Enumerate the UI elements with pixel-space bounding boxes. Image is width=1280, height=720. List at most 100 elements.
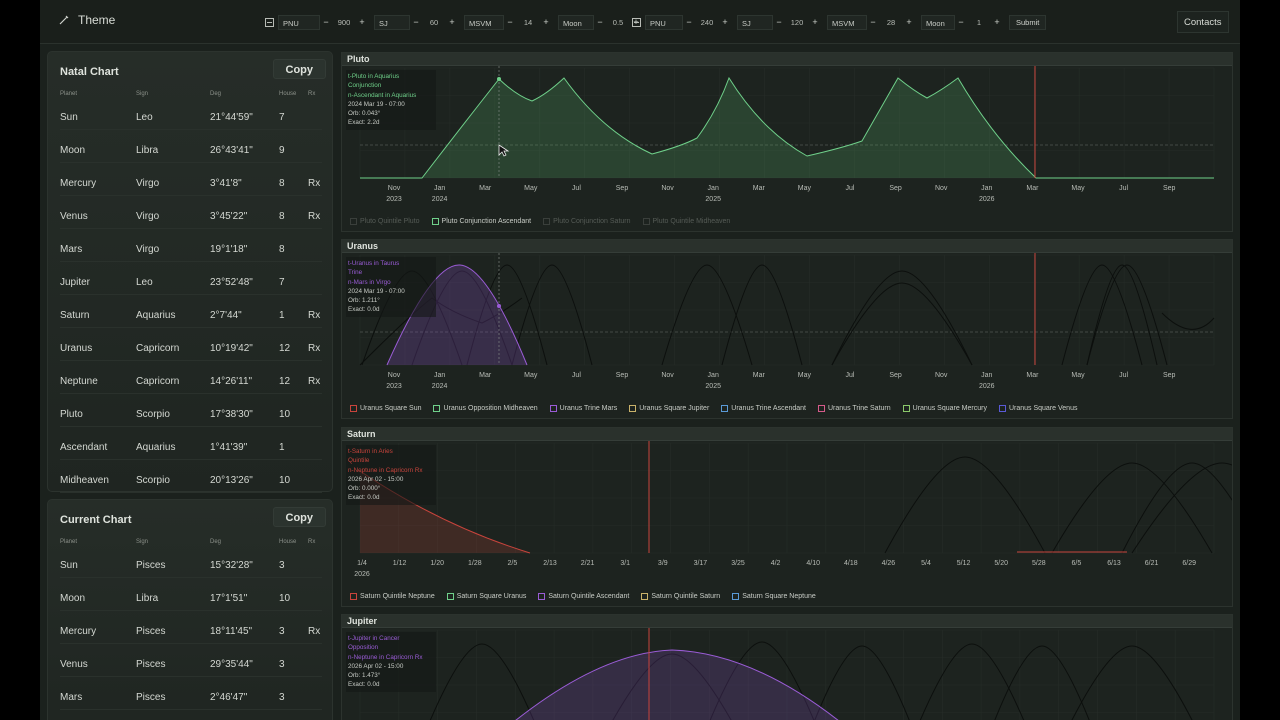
select-moon-left[interactable]: Moon <box>558 14 594 30</box>
legend-item[interactable]: Uranus Trine Ascendant <box>721 405 806 412</box>
cell-planet: Midheaven <box>60 475 109 486</box>
saturn-chart-plot[interactable]: 1/4 1/12 1/20 1/28 2/5 2/13 2/21 3/1 3/9 3/17 3/25… <box>342 441 1232 593</box>
pluto-tooltip: t-Pluto in Aquarius Conjunction n-Ascend… <box>346 70 436 130</box>
select-moon-right[interactable]: Moon <box>921 14 955 30</box>
cell-planet: Mars <box>60 244 83 255</box>
select-sj-left[interactable]: SJ <box>374 14 410 30</box>
cell-sign: Pisces <box>136 659 166 670</box>
value-field[interactable]: 900 <box>332 18 356 27</box>
axis-tick-label: 1/4 <box>357 560 367 567</box>
axis-tick-label: Sep <box>616 185 629 192</box>
legend-item[interactable]: Pluto Conjunction Ascendant <box>431 218 531 225</box>
cell-degree: 19°1'18" <box>210 244 248 255</box>
legend-item[interactable]: Saturn Quintile Saturn <box>641 593 720 600</box>
cell-sign: Capricorn <box>136 343 180 354</box>
saturn-aspect-curve <box>1051 462 1213 554</box>
cell-sign: Pisces <box>136 560 166 571</box>
submit-button[interactable]: Submit <box>1009 14 1047 30</box>
collapse-icon[interactable] <box>265 17 274 27</box>
minus-button[interactable]: − <box>410 17 422 27</box>
plus-button[interactable]: + <box>540 17 552 27</box>
minus-button[interactable]: − <box>504 17 516 27</box>
legend-item[interactable]: Pluto Quintile Pluto <box>350 218 420 225</box>
legend-item[interactable]: Uranus Square Venus <box>998 405 1078 412</box>
axis-tick-label: Jan <box>708 185 719 192</box>
cell-degree: 21°44'59" <box>210 112 253 123</box>
minus-button[interactable]: − <box>867 17 879 27</box>
axis-tick-label: 4/26 <box>882 560 896 567</box>
axis-tick-label: Nov <box>388 185 401 192</box>
table-row: Uranus Capricorn 10°19'42" 12 Rx <box>60 328 322 361</box>
value-field[interactable]: 60 <box>422 18 446 27</box>
legend-swatch <box>549 405 557 412</box>
legend-item[interactable]: Pluto Conjunction Saturn <box>543 218 631 225</box>
uranus-chart-plot[interactable]: Nov Jan Mar May Jul Sep Nov Jan Mar May Jul Sep Nov J… <box>342 253 1232 405</box>
collapse-icon[interactable] <box>632 17 641 27</box>
axis-tick-label: 6/29 <box>1182 560 1196 567</box>
value-field[interactable]: 0.5 <box>606 18 630 27</box>
legend-item[interactable]: Uranus Square Mercury <box>902 405 987 412</box>
legend-item[interactable]: Uranus Square Sun <box>350 405 421 412</box>
cell-sign: Capricorn <box>136 376 180 387</box>
minus-button[interactable]: − <box>594 17 606 27</box>
cell-degree: 1°41'39" <box>210 442 248 453</box>
axis-tick-label: 2/13 <box>543 560 557 567</box>
contacts-button[interactable]: Contacts <box>1177 11 1229 33</box>
uranus-chart-title: Uranus <box>342 240 1232 253</box>
plus-button[interactable]: + <box>809 17 821 27</box>
theme-button[interactable]: Theme <box>58 13 115 27</box>
natal-copy-button[interactable]: Copy <box>272 59 326 79</box>
select-pnu-right[interactable]: PNU <box>645 14 683 30</box>
plus-button[interactable]: + <box>991 17 1003 27</box>
table-row: Venus Pisces 29°35'44" 3 <box>60 644 322 677</box>
jupiter-aspect-curve <box>994 645 1090 720</box>
cell-degree: 2°7'44" <box>210 310 242 321</box>
jupiter-chart-plot[interactable] <box>342 628 1232 720</box>
select-msvm-left[interactable]: MSVM <box>464 14 504 30</box>
jupiter-aspect-curve <box>429 643 535 720</box>
cell-house: 8 <box>279 244 285 255</box>
plus-button[interactable]: + <box>719 17 731 27</box>
select-msvm-right[interactable]: MSVM <box>827 14 867 30</box>
value-field[interactable]: 28 <box>879 18 903 27</box>
minus-button[interactable]: − <box>955 17 967 27</box>
controls-left: PNU − 900 + SJ − 60 + MSVM − 14 + Moon −… <box>265 14 642 30</box>
minus-button[interactable]: − <box>683 17 695 27</box>
legend-item[interactable]: Saturn Square Neptune <box>732 593 816 600</box>
legend-label: Saturn Quintile Neptune <box>360 593 435 600</box>
plus-button[interactable]: + <box>356 17 368 27</box>
cell-house: 1 <box>279 442 285 453</box>
cell-rx: Rx <box>308 343 321 354</box>
current-copy-button[interactable]: Copy <box>272 507 326 527</box>
legend-item[interactable]: Pluto Quintile Midheaven <box>642 218 730 225</box>
minus-button[interactable]: − <box>320 17 332 27</box>
legend-item[interactable]: Saturn Quintile Neptune <box>350 593 435 600</box>
legend-label: Uranus Square Venus <box>1008 405 1078 412</box>
plus-button[interactable]: + <box>446 17 458 27</box>
plus-button[interactable]: + <box>903 17 915 27</box>
select-pnu-left[interactable]: PNU <box>278 14 320 30</box>
legend-label: Uranus Trine Ascendant <box>731 405 806 412</box>
legend-item[interactable]: Uranus Opposition Midheaven <box>433 405 538 412</box>
minus-button[interactable]: − <box>773 17 785 27</box>
saturn-aspect-curve <box>884 456 1046 554</box>
legend-item[interactable]: Uranus Square Jupiter <box>629 405 709 412</box>
saturn-aspect-curve <box>1121 462 1232 554</box>
tip-date: 2024 Mar 19 - 07:00 <box>348 287 405 295</box>
table-row: Midheaven Scorpio 20°13'26" 10 <box>60 460 322 493</box>
select-sj-right[interactable]: SJ <box>737 14 773 30</box>
value-field[interactable]: 120 <box>785 18 809 27</box>
cell-degree: 10°19'42" <box>210 343 253 354</box>
pluto-chart-plot[interactable]: Nov Jan Mar May Jul Sep Nov Jan Mar May Jul Sep Nov J… <box>342 66 1232 218</box>
legend-item[interactable]: Uranus Trine Saturn <box>818 405 891 412</box>
axis-tick-label: 1/12 <box>393 560 407 567</box>
legend-item[interactable]: Saturn Square Uranus <box>446 593 526 600</box>
legend-item[interactable]: Uranus Trine Mars <box>549 405 617 412</box>
value-field[interactable]: 1 <box>967 18 991 27</box>
legend-item[interactable]: Saturn Quintile Ascendant <box>538 593 629 600</box>
cell-sign: Aquarius <box>136 310 176 321</box>
value-field[interactable]: 240 <box>695 18 719 27</box>
legend-swatch <box>902 405 910 412</box>
cell-house: 12 <box>279 376 291 387</box>
value-field[interactable]: 14 <box>516 18 540 27</box>
